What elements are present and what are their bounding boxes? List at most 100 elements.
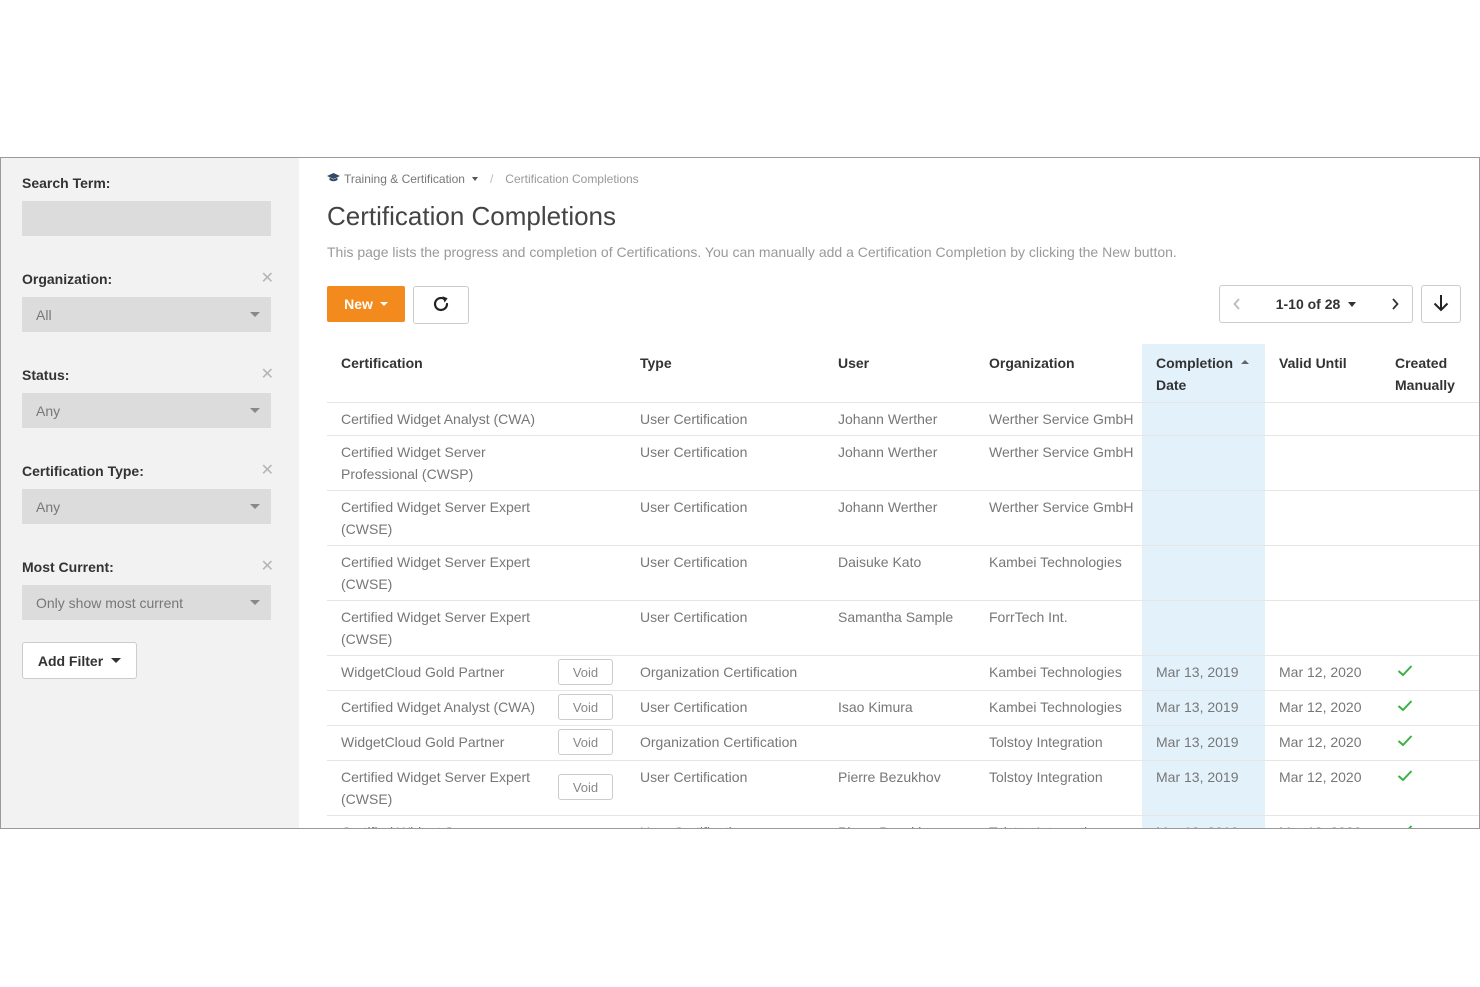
column-header-type[interactable]: Type bbox=[626, 344, 824, 403]
filter-select-certification-type[interactable]: Any bbox=[22, 489, 271, 524]
arrow-down-icon bbox=[1432, 293, 1450, 316]
completions-table: Certification Type User Organization Com… bbox=[327, 344, 1479, 828]
filter-label-row: Status: ✕ bbox=[22, 366, 278, 384]
void-button[interactable]: Void bbox=[558, 774, 613, 800]
certification-cell-content: Certified Widget Server Professional (CW… bbox=[341, 441, 626, 485]
search-term-label: Search Term: bbox=[22, 175, 111, 191]
cell-valid-until: Mar 12, 2020 bbox=[1265, 815, 1381, 828]
filter-certification-type: Certification Type: ✕ Any bbox=[22, 462, 278, 524]
certification-link[interactable]: Certified Widget Server Expert (CWSE) bbox=[341, 551, 546, 595]
certification-link[interactable]: Certified Widget Server Professional (CW… bbox=[341, 821, 546, 828]
filter-label-row: Most Current: ✕ bbox=[22, 558, 278, 576]
void-button[interactable]: Void bbox=[558, 729, 613, 755]
pagination-control: 1-10 of 28 bbox=[1219, 285, 1413, 323]
page-range-label: 1-10 of 28 bbox=[1275, 296, 1341, 312]
certification-cell-content: Certified Widget Server Expert (CWSE) bbox=[341, 496, 626, 540]
filter-list: Organization: ✕ All Status: ✕ Any Certificatio… bbox=[22, 270, 278, 620]
filter-select-most-current[interactable]: Only show most current bbox=[22, 585, 271, 620]
cell-organization: Kambei Technologies bbox=[975, 690, 1142, 726]
cell-certification: WidgetCloud Gold Partner Void bbox=[327, 655, 626, 691]
table-row[interactable]: Certified Widget Analyst (CWA) User Certi… bbox=[327, 402, 1479, 436]
certification-cell-content: Certified Widget Server Expert (CWSE) bbox=[341, 551, 626, 595]
certification-link[interactable]: Certified Widget Server Professional (CW… bbox=[341, 441, 546, 485]
cell-organization: ForrTech Int. bbox=[975, 600, 1142, 656]
table-row[interactable]: WidgetCloud Gold Partner Void Organization… bbox=[327, 725, 1479, 761]
refresh-icon bbox=[430, 293, 452, 318]
cell-type: User Certification bbox=[626, 760, 824, 816]
certification-cell-content: WidgetCloud Gold Partner Void bbox=[341, 729, 626, 755]
column-header-valid-until[interactable]: Valid Until bbox=[1265, 344, 1381, 403]
table-header-row: Certification Type User Organization Com… bbox=[327, 344, 1479, 403]
cell-user: Pierre Bezukhov bbox=[824, 815, 975, 828]
table-body: Certified Widget Analyst (CWA) User Certi… bbox=[327, 402, 1479, 828]
cell-certification: Certified Widget Server Expert (CWSE) Voi… bbox=[327, 760, 626, 816]
cell-created-manually bbox=[1381, 690, 1479, 726]
breadcrumb-parent-link[interactable]: Training & Certification bbox=[344, 172, 465, 186]
filter-select-status[interactable]: Any bbox=[22, 393, 271, 428]
column-header-user[interactable]: User bbox=[824, 344, 975, 403]
table-row[interactable]: Certified Widget Server Expert (CWSE) Use… bbox=[327, 600, 1479, 656]
remove-filter-icon[interactable]: ✕ bbox=[261, 367, 274, 383]
cell-completion-date bbox=[1142, 435, 1265, 491]
table-row[interactable]: Certified Widget Server Expert (CWSE) Voi… bbox=[327, 760, 1479, 816]
certification-link[interactable]: Certified Widget Server Expert (CWSE) bbox=[341, 496, 546, 540]
cell-organization: Tolstoy Integration bbox=[975, 760, 1142, 816]
cell-valid-until: Mar 12, 2020 bbox=[1265, 690, 1381, 726]
filter-select-value: Any bbox=[36, 402, 61, 419]
cell-completion-date: Mar 13, 2019 bbox=[1142, 655, 1265, 691]
column-header-organization[interactable]: Organization bbox=[975, 344, 1142, 403]
search-term-input[interactable] bbox=[22, 201, 271, 236]
cell-user: Johann Werther bbox=[824, 435, 975, 491]
table-row[interactable]: Certified Widget Server Professional (CW… bbox=[327, 435, 1479, 491]
add-filter-label: Add Filter bbox=[37, 652, 104, 669]
cell-certification: Certified Widget Server Expert (CWSE) bbox=[327, 545, 626, 601]
new-button-label: New bbox=[344, 296, 373, 312]
column-header-created-manually[interactable]: Created Manually bbox=[1381, 344, 1479, 403]
table-row[interactable]: Certified Widget Server Professional (CW… bbox=[327, 815, 1479, 828]
cell-valid-until bbox=[1265, 600, 1381, 656]
main-content: Training & Certification / Certification… bbox=[299, 158, 1479, 828]
certification-link[interactable]: Certified Widget Analyst (CWA) bbox=[341, 408, 535, 430]
cell-created-manually bbox=[1381, 435, 1479, 491]
column-header-created-manually-line2: Manually bbox=[1395, 377, 1455, 393]
table-row[interactable]: Certified Widget Server Expert (CWSE) Use… bbox=[327, 545, 1479, 601]
table-row[interactable]: WidgetCloud Gold Partner Void Organization… bbox=[327, 655, 1479, 691]
column-header-certification[interactable]: Certification bbox=[327, 344, 626, 403]
remove-filter-icon[interactable]: ✕ bbox=[261, 271, 274, 287]
filter-select-value: Any bbox=[36, 498, 61, 515]
remove-filter-icon[interactable]: ✕ bbox=[261, 559, 274, 575]
breadcrumb: Training & Certification / Certification… bbox=[327, 172, 639, 186]
cell-organization: Werther Service GmbH bbox=[975, 402, 1142, 436]
chevron-down-icon bbox=[250, 408, 260, 413]
new-button[interactable]: New bbox=[327, 286, 405, 322]
remove-filter-icon[interactable]: ✕ bbox=[261, 463, 274, 479]
table-row[interactable]: Certified Widget Analyst (CWA) Void User C… bbox=[327, 690, 1479, 726]
column-header-completion-date[interactable]: Completion Date bbox=[1142, 344, 1265, 403]
certification-link[interactable]: WidgetCloud Gold Partner bbox=[341, 731, 504, 753]
previous-page-icon[interactable] bbox=[1232, 297, 1242, 311]
cell-type: User Certification bbox=[626, 490, 824, 546]
download-button[interactable] bbox=[1421, 285, 1461, 323]
certification-link[interactable]: Certified Widget Analyst (CWA) bbox=[341, 696, 535, 718]
certification-link[interactable]: WidgetCloud Gold Partner bbox=[341, 661, 504, 683]
filter-label-row: Certification Type: ✕ bbox=[22, 462, 278, 480]
certification-link[interactable]: Certified Widget Server Expert (CWSE) bbox=[341, 766, 546, 810]
filter-label: Organization: bbox=[22, 271, 113, 287]
certification-cell-content: WidgetCloud Gold Partner Void bbox=[341, 659, 626, 685]
table-row[interactable]: Certified Widget Server Expert (CWSE) Use… bbox=[327, 490, 1479, 546]
void-button[interactable]: Void bbox=[558, 694, 613, 720]
refresh-button[interactable] bbox=[413, 286, 469, 324]
void-button[interactable]: Void bbox=[558, 659, 613, 685]
page-range-dropdown[interactable]: 1-10 of 28 bbox=[1276, 296, 1357, 312]
next-page-icon[interactable] bbox=[1390, 297, 1400, 311]
chevron-down-icon[interactable] bbox=[471, 177, 478, 181]
cell-created-manually bbox=[1381, 490, 1479, 546]
cell-user: Pierre Bezukhov bbox=[824, 760, 975, 816]
filter-select-organization[interactable]: All bbox=[22, 297, 271, 332]
cell-certification: Certified Widget Analyst (CWA) bbox=[327, 402, 626, 436]
certification-link[interactable]: Certified Widget Server Expert (CWSE) bbox=[341, 606, 546, 650]
certification-cell-content: Certified Widget Analyst (CWA) Void bbox=[341, 694, 626, 720]
cell-type: User Certification bbox=[626, 815, 824, 828]
cell-created-manually bbox=[1381, 760, 1479, 816]
add-filter-button[interactable]: Add Filter bbox=[22, 642, 137, 679]
